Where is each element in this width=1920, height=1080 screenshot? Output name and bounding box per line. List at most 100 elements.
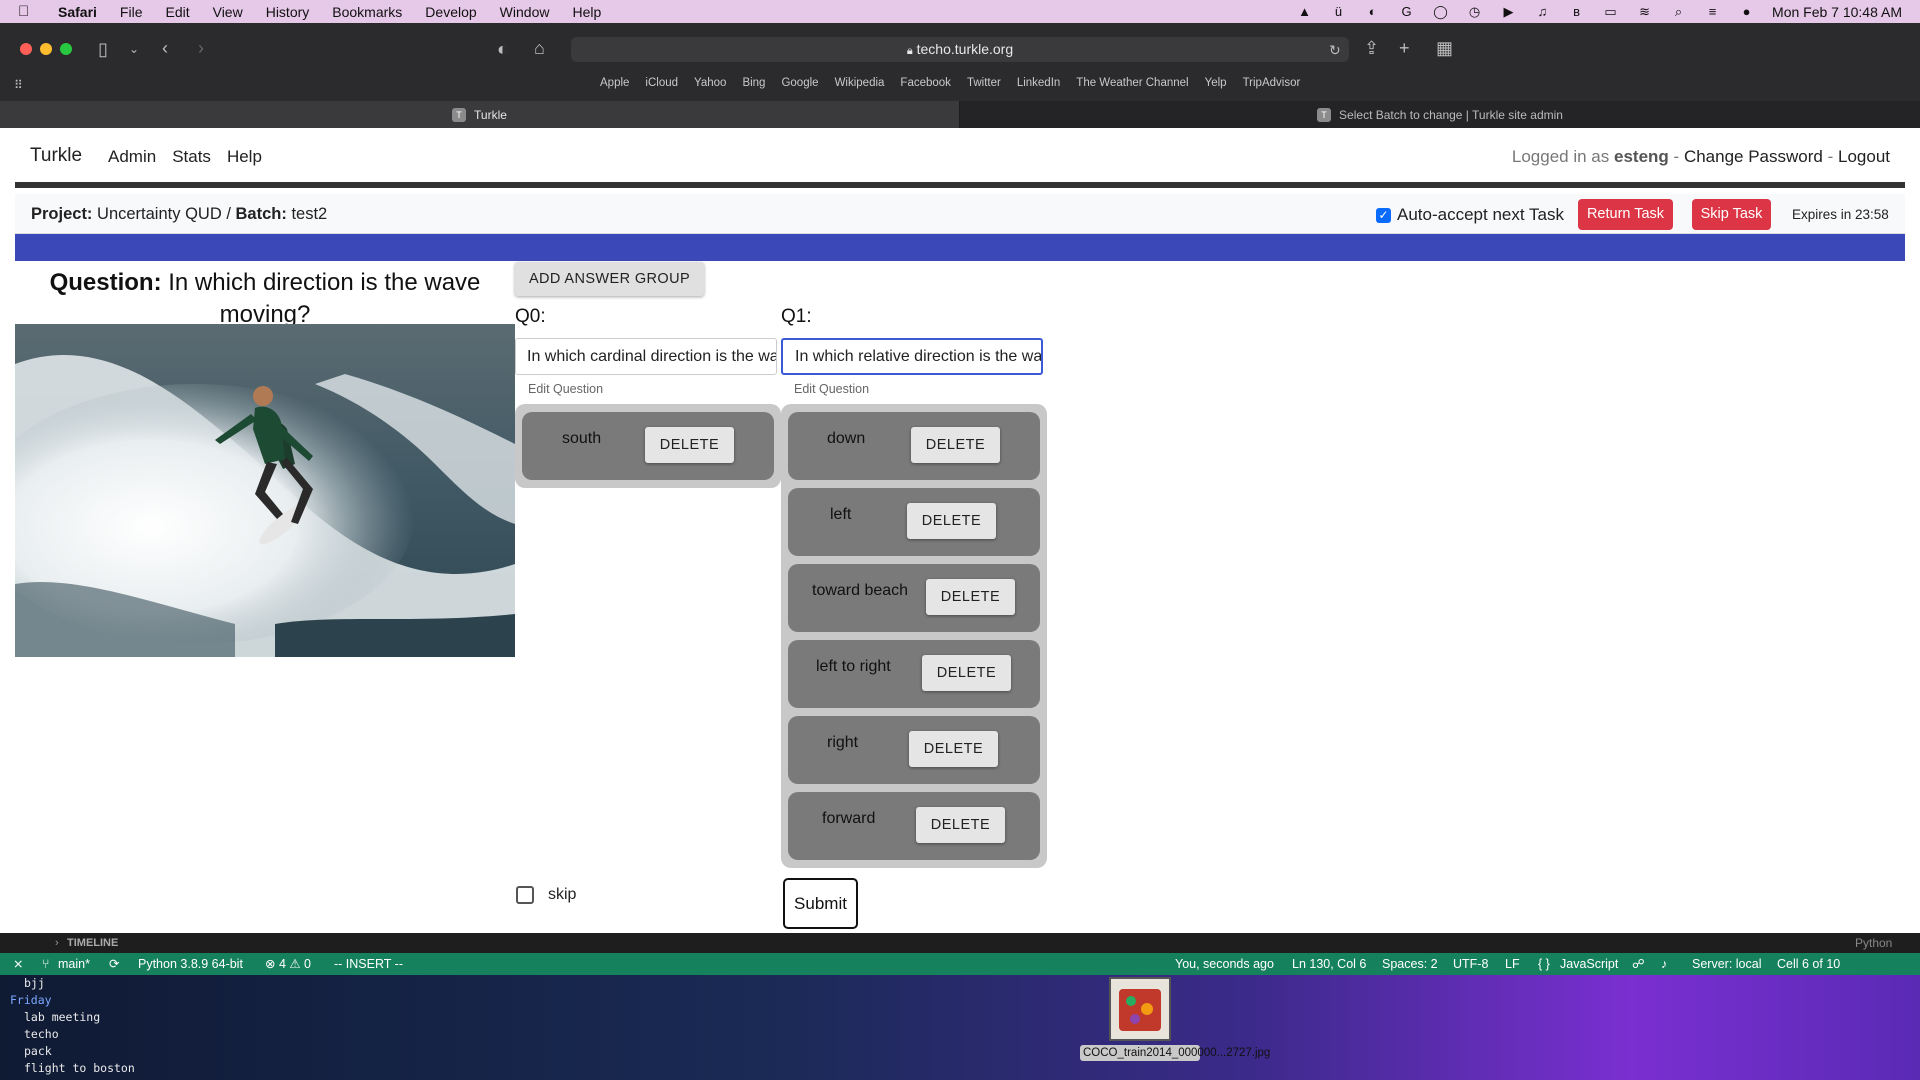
- sidebar-icon[interactable]: ▯: [98, 38, 108, 60]
- language-mode[interactable]: JavaScript: [1560, 953, 1618, 975]
- delete-answer-button[interactable]: DELETE: [911, 427, 1000, 463]
- remote-icon[interactable]: ⨯: [13, 953, 23, 975]
- time-machine-icon[interactable]: ◷: [1466, 4, 1483, 19]
- utility-icon[interactable]: ü: [1330, 4, 1347, 19]
- git-branch[interactable]: main*: [58, 953, 90, 975]
- q1-question-input[interactable]: In which relative direction is the wave …: [781, 338, 1043, 375]
- favorite-weather-channel[interactable]: The Weather Channel: [1076, 77, 1188, 89]
- cell-counter[interactable]: Cell 6 of 10: [1777, 953, 1840, 975]
- logout-link[interactable]: Logout: [1838, 147, 1890, 166]
- cursor-position[interactable]: Ln 130, Col 6: [1292, 953, 1366, 975]
- delete-answer-button[interactable]: DELETE: [926, 579, 1015, 615]
- favorite-icloud[interactable]: iCloud: [645, 77, 678, 89]
- answer-card[interactable]: down DELETE: [788, 412, 1040, 480]
- favorite-facebook[interactable]: Facebook: [900, 77, 951, 89]
- sync-icon[interactable]: ⟳: [109, 953, 119, 975]
- share-icon[interactable]: ⇪: [1364, 37, 1379, 59]
- new-tab-icon[interactable]: +: [1399, 37, 1410, 59]
- timeline-panel[interactable]: › TIMELINE Python: [0, 933, 1920, 953]
- siri-icon[interactable]: ●: [1738, 4, 1755, 19]
- favorite-tripadvisor[interactable]: TripAdvisor: [1243, 77, 1301, 89]
- menu-bookmarks[interactable]: Bookmarks: [332, 4, 402, 20]
- delete-answer-button[interactable]: DELETE: [645, 427, 734, 463]
- menu-app-safari[interactable]: Safari: [58, 4, 97, 20]
- favorite-yelp[interactable]: Yelp: [1205, 77, 1227, 89]
- headphones-icon[interactable]: ♫: [1534, 4, 1551, 19]
- minimize-window-button[interactable]: [40, 43, 52, 55]
- nav-help[interactable]: Help: [227, 147, 262, 167]
- home-icon[interactable]: ⌂: [534, 37, 545, 59]
- menu-help[interactable]: Help: [572, 4, 601, 20]
- problems-count[interactable]: ⊗ 4 ⚠ 0: [265, 953, 311, 975]
- brand-link[interactable]: Turkle: [30, 145, 82, 167]
- answer-card[interactable]: left to right DELETE: [788, 640, 1040, 708]
- favorite-bing[interactable]: Bing: [742, 77, 765, 89]
- git-blame[interactable]: You, seconds ago: [1175, 953, 1274, 975]
- answer-card[interactable]: forward DELETE: [788, 792, 1040, 860]
- bluetooth-icon[interactable]: ʙ: [1568, 4, 1585, 19]
- forward-icon[interactable]: ›: [198, 37, 204, 59]
- bell-icon[interactable]: ♪: [1661, 953, 1667, 975]
- favorite-wikipedia[interactable]: Wikipedia: [835, 77, 885, 89]
- menu-view[interactable]: View: [213, 4, 243, 20]
- menu-window[interactable]: Window: [500, 4, 550, 20]
- encoding[interactable]: UTF-8: [1453, 953, 1488, 975]
- server-status[interactable]: Server: local: [1692, 953, 1761, 975]
- tab-overview-icon[interactable]: ▦: [1436, 37, 1453, 59]
- delete-answer-button[interactable]: DELETE: [909, 731, 998, 767]
- return-task-button[interactable]: Return Task: [1578, 199, 1673, 230]
- menu-file[interactable]: File: [120, 4, 143, 20]
- menu-edit[interactable]: Edit: [165, 4, 189, 20]
- menu-clock[interactable]: Mon Feb 7 10:48 AM: [1772, 4, 1902, 20]
- desktop-file[interactable]: COCO_train2014_000000...2727.jpg: [1080, 977, 1270, 1061]
- delete-answer-button[interactable]: DELETE: [922, 655, 1011, 691]
- nav-stats[interactable]: Stats: [172, 147, 211, 167]
- address-bar[interactable]: 🔒︎ techo.turkle.org: [571, 37, 1349, 62]
- shield-icon[interactable]: ◐: [497, 38, 508, 60]
- answer-card[interactable]: toward beach DELETE: [788, 564, 1040, 632]
- skip-option[interactable]: skip: [516, 886, 576, 904]
- line-ending[interactable]: LF: [1505, 953, 1520, 975]
- change-password-link[interactable]: Change Password: [1684, 147, 1823, 166]
- favorite-apple[interactable]: Apple: [600, 77, 629, 89]
- reload-icon[interactable]: ↻: [1329, 39, 1341, 61]
- indentation[interactable]: Spaces: 2: [1382, 953, 1438, 975]
- answer-card[interactable]: right DELETE: [788, 716, 1040, 784]
- favorite-google[interactable]: Google: [781, 77, 818, 89]
- apple-icon[interactable]: : [18, 3, 36, 20]
- answer-card[interactable]: south DELETE: [522, 412, 774, 480]
- menu-history[interactable]: History: [266, 4, 310, 20]
- favorite-twitter[interactable]: Twitter: [967, 77, 1001, 89]
- nav-admin[interactable]: Admin: [108, 147, 156, 167]
- tab-turkle-admin[interactable]: T Select Batch to change | Turkle site a…: [960, 101, 1920, 128]
- play-icon[interactable]: ▶: [1500, 4, 1517, 19]
- search-icon[interactable]: ⌕: [1670, 4, 1687, 19]
- submit-button[interactable]: Submit: [783, 878, 858, 929]
- tab-turkle[interactable]: T Turkle: [0, 101, 960, 128]
- delete-answer-button[interactable]: DELETE: [916, 807, 1005, 843]
- favorite-linkedin[interactable]: LinkedIn: [1017, 77, 1060, 89]
- back-icon[interactable]: ‹: [162, 37, 168, 59]
- auto-accept-checkbox[interactable]: ✓: [1376, 207, 1391, 223]
- python-interpreter[interactable]: Python 3.8.9 64-bit: [138, 953, 243, 975]
- menu-develop[interactable]: Develop: [425, 4, 476, 20]
- sync-icon[interactable]: ◐: [1364, 4, 1381, 19]
- grammar-icon[interactable]: G: [1398, 4, 1415, 19]
- q0-answer-group[interactable]: south DELETE: [515, 404, 781, 488]
- zoom-window-button[interactable]: [60, 43, 72, 55]
- close-window-button[interactable]: [20, 43, 32, 55]
- auto-accept-toggle[interactable]: ✓ Auto-accept next Task: [1376, 205, 1564, 225]
- wifi-icon[interactable]: ≋: [1636, 4, 1653, 19]
- favorite-yahoo[interactable]: Yahoo: [694, 77, 726, 89]
- circle-icon[interactable]: ◯: [1432, 4, 1449, 19]
- apps-grid-icon[interactable]: ⠿: [14, 74, 23, 96]
- skip-task-button[interactable]: Skip Task: [1692, 199, 1771, 230]
- delete-answer-button[interactable]: DELETE: [907, 503, 996, 539]
- q0-question-input[interactable]: In which cardinal direction is the wave …: [515, 338, 777, 375]
- add-answer-group-button[interactable]: ADD ANSWER GROUP: [515, 262, 704, 296]
- q1-answer-group[interactable]: down DELETE left DELETE toward beach DEL…: [781, 404, 1047, 868]
- skip-checkbox[interactable]: [516, 886, 534, 904]
- chevron-down-icon[interactable]: ⌄: [129, 38, 139, 60]
- app-status-icon[interactable]: ▲: [1296, 4, 1313, 19]
- control-center-icon[interactable]: ≡: [1704, 4, 1721, 19]
